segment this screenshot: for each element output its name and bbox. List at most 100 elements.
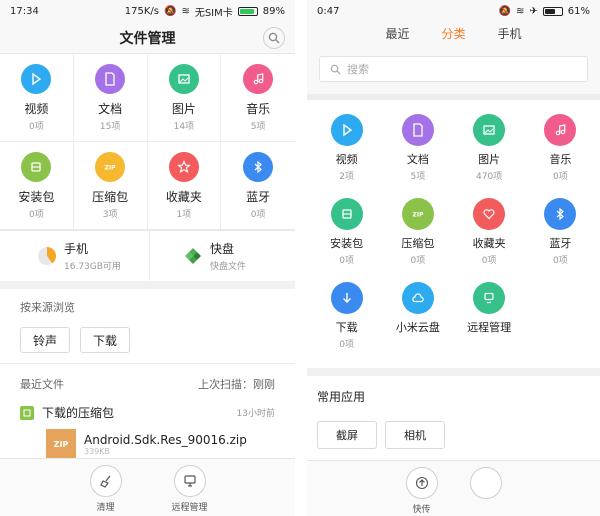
source-ringtone-button[interactable]: 铃声 [20,327,71,353]
status-time: 0:47 [317,5,340,17]
tab-recent[interactable]: 最近 [385,25,409,46]
tab-phone[interactable]: 手机 [498,25,522,46]
kuaipan-logo-icon [185,248,201,264]
zip-icon: ZIP [95,151,126,182]
category-label: 小米云盘 [395,321,440,334]
source-download-button[interactable]: 下载 [80,327,131,353]
category-document[interactable]: 文档 15项 [73,54,148,142]
remote-manage-label: 远程管理 [171,503,208,513]
app-header: 文件管理 [0,22,295,54]
circle-button-icon [469,467,502,499]
quick-transfer-label: 快传 [412,505,431,515]
recent-files-header: 最近文件 上次扫描：刚刚 [0,363,295,400]
status-bar: 17:34 175K/s 🔕 ≋ 无SIM卡 89% [0,0,295,22]
tab-category[interactable]: 分类 [441,25,465,46]
bottom-toolbar: 清理 远程管理 [0,458,295,516]
category-count: 0项 [410,256,426,266]
play-icon [21,63,52,94]
sim-status: 无SIM卡 [194,7,233,19]
storage-pie-icon [38,247,56,265]
category-play[interactable]: 视频 0项 [0,54,74,142]
category-label: 安装包 [330,237,364,250]
category-remote[interactable]: 远程管理 [454,282,525,358]
category-music[interactable]: 音乐 0项 [525,114,596,190]
search-button[interactable] [263,27,285,49]
category-label: 压缩包 [92,189,129,204]
package-icon [21,151,52,182]
category-zip[interactable]: ZIP 压缩包 0项 [382,198,453,274]
category-package[interactable]: 安装包 0项 [311,198,382,274]
category-download[interactable]: 下载 0项 [311,282,382,358]
bottom-toolbar: 快传 [307,460,600,516]
common-apps-title: 常用应用 [317,390,366,404]
category-bluetooth[interactable]: 蓝牙 0项 [525,198,596,274]
play-icon [330,114,363,146]
download-icon [330,282,363,314]
category-label: 视频 [335,153,358,166]
archive-folder-icon [20,405,34,420]
bluetooth-icon [243,151,274,182]
search-area: 搜索 [307,46,600,100]
category-star[interactable]: 收藏夹 1项 [147,142,222,230]
recent-group-title: 下载的压缩包 [42,406,115,420]
mute-icon: 🔕 [498,5,511,17]
category-label: 视频 [24,101,49,116]
bluetooth-icon [544,198,577,230]
remote-icon [473,282,506,314]
storage-kuaipan-sub: 快盘文件 [210,262,247,272]
document-icon [401,114,434,146]
more-bottom-button[interactable] [456,467,516,516]
category-bluetooth[interactable]: 蓝牙 0项 [221,142,295,230]
zip-icon: ZIP [401,198,434,230]
status-time: 17:34 [10,5,39,17]
recent-group[interactable]: 下载的压缩包 13小时前 [0,400,295,425]
search-input[interactable]: 搜索 [319,56,588,82]
quick-transfer-button[interactable]: 快传 [392,467,452,516]
category-label: 文档 [98,101,123,116]
category-zip[interactable]: ZIP 压缩包 3项 [73,142,148,230]
recent-file-item[interactable]: ZIP Android.Sdk.Res_90016.zip 339KB [0,425,295,459]
cloud-icon [401,282,434,314]
remote-manage-button[interactable]: 远程管理 [160,465,220,516]
category-label: 收藏夹 [165,189,202,204]
battery-percent: 61% [567,5,590,17]
category-label: 远程管理 [467,321,512,334]
category-count: 0项 [250,209,266,220]
category-music[interactable]: 音乐 5项 [221,54,295,142]
page-title: 文件管理 [119,30,176,47]
screenshot-app-button[interactable]: 截屏 [317,421,377,449]
star-icon [168,151,199,182]
category-count: 1项 [176,209,192,220]
category-count: 0项 [29,121,44,132]
category-cloud[interactable]: 小米云盘 [382,282,453,358]
category-label: 图片 [171,101,196,116]
category-label: 图片 [478,153,501,166]
category-label: 文档 [406,153,429,166]
category-picture[interactable]: 图片 470项 [454,114,525,190]
category-label: 下载 [335,321,358,334]
storage-phone[interactable]: 手机 16.73GB可用 [0,231,149,281]
storage-row: 手机 16.73GB可用 快盘 快盘文件 [0,231,295,289]
file-name: Android.Sdk.Res_90016.zip [84,432,247,447]
file-size: 339KB [84,446,111,456]
category-document[interactable]: 文档 5项 [382,114,453,190]
category-label: 蓝牙 [246,189,271,204]
category-count: 15项 [99,121,121,132]
category-picture[interactable]: 图片 14项 [147,54,222,142]
mute-icon: 🔕 [163,5,177,17]
category-count: 470项 [476,172,503,182]
storage-kuaipan[interactable]: 快盘 快盘文件 [149,231,295,281]
category-package[interactable]: 安装包 0项 [0,142,74,230]
category-grid: 视频 0项 文档 15项 图片 14项 音乐 5项 安装包 0项 ZIP 压缩包 3项 收藏夹 1项 蓝牙 0项 [0,54,295,231]
recent-files-title: 最近文件 [20,378,64,391]
category-heart[interactable]: 收藏夹 0项 [454,198,525,274]
svg-text:ZIP: ZIP [412,212,424,219]
last-scan-time: 上次扫描：刚刚 [198,378,275,391]
browse-by-source-title: 按来源浏览 [20,301,75,314]
right-phone-screen: 0:47 🔕 ≋ ✈ 61% 最近 分类 手机 搜索 视频 2项 文档 5项 图片 470… [307,0,600,516]
category-label: 收藏夹 [472,237,506,250]
clean-button[interactable]: 清理 [76,465,136,516]
camera-app-button[interactable]: 相机 [385,421,445,449]
category-play[interactable]: 视频 2项 [311,114,382,190]
category-count: 0项 [553,172,568,182]
